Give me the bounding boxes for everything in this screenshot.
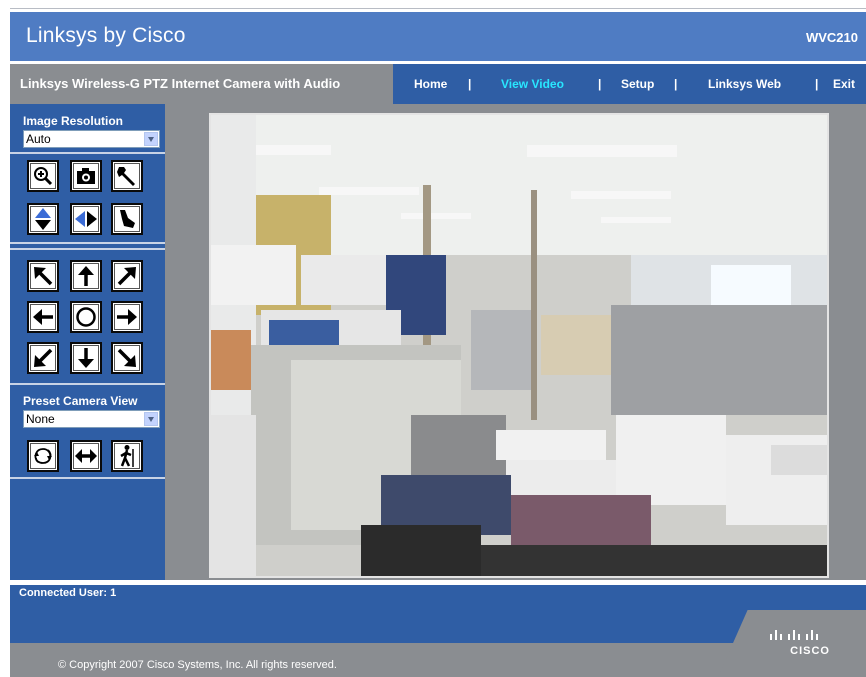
vertical-flip-icon[interactable] (27, 203, 59, 235)
divider (10, 383, 165, 385)
horizontal-flip-icon[interactable] (70, 203, 102, 235)
cisco-logo-panel (718, 610, 866, 677)
nav-separator: | (815, 77, 819, 91)
resolution-select[interactable]: Auto (23, 130, 160, 148)
chevron-down-icon[interactable] (144, 132, 158, 146)
arrow-up-icon[interactable] (70, 260, 102, 292)
nav-separator: | (598, 77, 602, 91)
arrow-up-left-icon[interactable] (27, 260, 59, 292)
brand-logo: Linksys by Cisco (26, 24, 186, 47)
nav-exit[interactable]: Exit (833, 64, 855, 104)
brand-header: Linksys by Cisco WVC210 (10, 12, 866, 61)
cisco-logo: CISCO (790, 645, 830, 657)
camera-web-ui: Linksys by Cisco WVC210 Linksys Wireless… (0, 0, 866, 677)
arrow-down-left-icon[interactable] (27, 342, 59, 374)
zoom-in-icon[interactable] (27, 160, 59, 192)
resolution-label: Image Resolution (23, 114, 124, 128)
divider (10, 477, 165, 479)
nav-separator: | (468, 77, 472, 91)
top-divider (10, 8, 866, 9)
preset-label: Preset Camera View (23, 394, 138, 408)
arrow-up-right-icon[interactable] (111, 260, 143, 292)
arrow-left-icon[interactable] (27, 301, 59, 333)
wrench-icon[interactable] (111, 160, 143, 192)
snapshot-camera-icon[interactable] (70, 160, 102, 192)
copyright: © Copyright 2007 Cisco Systems, Inc. All… (58, 659, 337, 671)
divider (10, 242, 165, 244)
arrow-down-icon[interactable] (70, 342, 102, 374)
video-image (211, 115, 827, 576)
nav-bar: Linksys Wireless-G PTZ Internet Camera w… (10, 64, 866, 104)
arrow-down-right-icon[interactable] (111, 342, 143, 374)
walking-person-icon[interactable] (111, 440, 143, 472)
product-title: Linksys Wireless-G PTZ Internet Camera w… (10, 64, 393, 104)
preset-select[interactable]: None (23, 410, 160, 428)
nav-home[interactable]: Home (414, 64, 447, 104)
footer: Connected User: 1 CISCO © Copyright 2007… (10, 585, 866, 677)
nav-linksys-web[interactable]: Linksys Web (708, 64, 781, 104)
chevron-down-icon[interactable] (144, 412, 158, 426)
home-center-icon[interactable] (70, 301, 102, 333)
preset-value: None (26, 412, 55, 426)
patrol-icon[interactable] (27, 440, 59, 472)
model-name: WVC210 (805, 30, 858, 45)
cisco-bars-icon (770, 630, 818, 640)
control-panel: Image Resolution Auto Preset Camera View… (10, 104, 165, 580)
nav-separator: | (674, 77, 678, 91)
divider (10, 248, 165, 250)
pan-auto-icon[interactable] (70, 440, 102, 472)
nav-setup[interactable]: Setup (621, 64, 654, 104)
nav-view-video[interactable]: View Video (501, 64, 564, 104)
live-video-feed[interactable] (209, 113, 829, 578)
resolution-value: Auto (26, 132, 51, 146)
connected-user-count: Connected User: 1 (19, 587, 117, 599)
brush-icon[interactable] (111, 203, 143, 235)
divider (10, 152, 165, 154)
arrow-right-icon[interactable] (111, 301, 143, 333)
